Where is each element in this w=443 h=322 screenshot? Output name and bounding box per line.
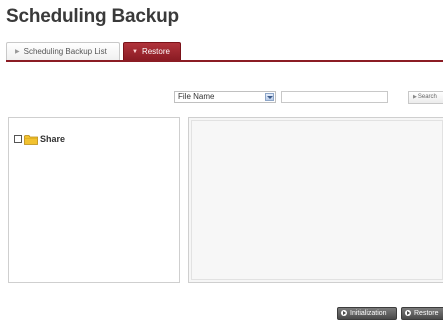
search-input[interactable] <box>281 91 388 103</box>
chevron-right-icon: ▶ <box>413 94 417 100</box>
tree-item-label: Share <box>40 134 66 144</box>
tab-restore[interactable]: ▼ Restore <box>123 42 181 60</box>
tab-bar: ▶ Scheduling Backup List ▼ Restore <box>0 42 443 62</box>
tree-item-checkbox[interactable] <box>14 135 22 143</box>
search-button[interactable]: ▶Search <box>408 91 443 104</box>
scheduling-backup-page: Scheduling Backup ▶ Scheduling Backup Lis… <box>0 0 443 322</box>
restore-button-label: Restore <box>414 310 439 317</box>
chevron-down-icon: ▼ <box>132 49 138 55</box>
circle-arrow-icon <box>405 310 411 316</box>
search-field-selected-value: File Name <box>178 92 215 101</box>
search-field-select[interactable]: File Name <box>174 91 276 103</box>
restore-button[interactable]: Restore <box>401 307 443 320</box>
file-list-panel <box>188 117 443 283</box>
folder-tree-panel: Share <box>8 117 180 283</box>
search-button-label: Search <box>417 94 437 100</box>
initialization-button[interactable]: Initialization <box>337 307 397 320</box>
tab-scheduling-backup-list[interactable]: ▶ Scheduling Backup List <box>6 42 120 60</box>
tab-underline <box>6 60 443 62</box>
chevron-right-icon: ▶ <box>15 49 20 55</box>
page-title: Scheduling Backup <box>6 6 179 27</box>
file-list-area <box>191 120 443 280</box>
tab-label: Restore <box>141 47 170 56</box>
folder-icon <box>24 135 38 145</box>
dropdown-arrow-icon[interactable] <box>265 93 274 101</box>
tab-label: Scheduling Backup List <box>23 47 107 56</box>
initialization-button-label: Initialization <box>350 310 387 317</box>
circle-arrow-icon <box>341 310 347 316</box>
